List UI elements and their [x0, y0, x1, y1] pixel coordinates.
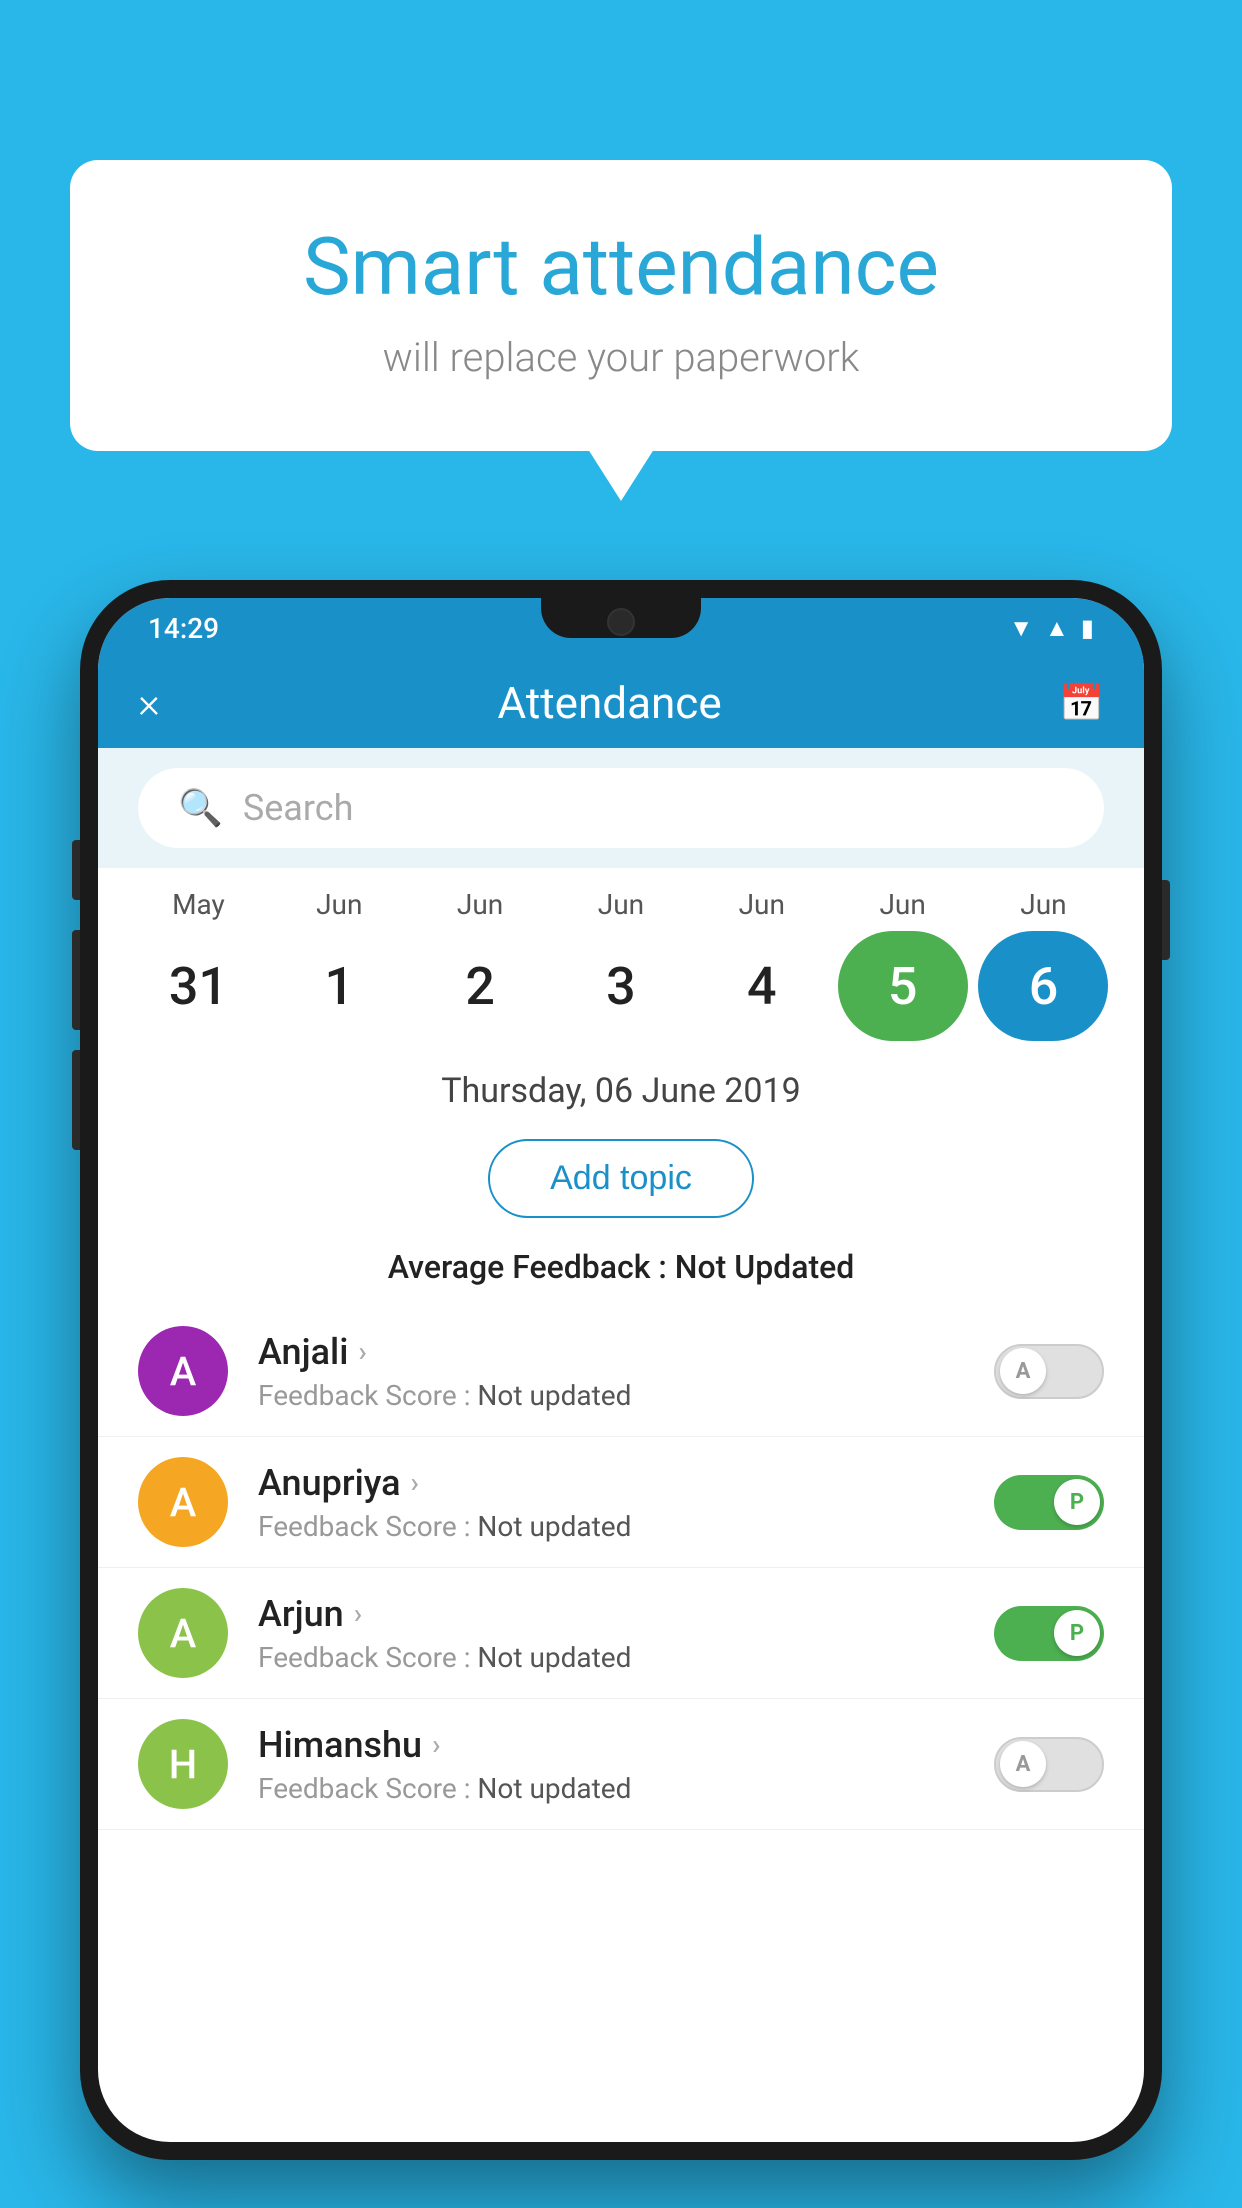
date-3[interactable]: 3: [556, 931, 686, 1041]
month-0: May: [133, 888, 263, 921]
search-bar[interactable]: 🔍 Search: [138, 768, 1104, 848]
speech-bubble: Smart attendance will replace your paper…: [70, 160, 1172, 451]
wifi-icon: ▼: [1009, 614, 1033, 643]
avatar-anjali: A: [138, 1326, 228, 1416]
date-4[interactable]: 4: [697, 931, 827, 1041]
student-item-anjali[interactable]: A Anjali › Feedback Score : Not updated …: [98, 1306, 1144, 1437]
student-info-arjun: Arjun › Feedback Score : Not updated: [258, 1593, 964, 1674]
avatar-anupriya: A: [138, 1457, 228, 1547]
volume-silent-button: [72, 840, 80, 900]
header-title: Attendance: [498, 677, 722, 729]
month-1: Jun: [274, 888, 404, 921]
date-2[interactable]: 2: [415, 931, 545, 1041]
search-container: 🔍 Search: [98, 748, 1144, 868]
month-4: Jun: [697, 888, 827, 921]
speech-bubble-subtitle: will replace your paperwork: [150, 334, 1092, 381]
phone-container: 14:29 ▼ ▲ ▮ × Attendance 📅 🔍 Search: [80, 580, 1162, 2160]
date-6-selected[interactable]: 6: [978, 931, 1108, 1041]
toggle-himanshu[interactable]: A: [994, 1737, 1104, 1792]
student-feedback-anupriya: Feedback Score : Not updated: [258, 1510, 964, 1543]
date-display: Thursday, 06 June 2019: [98, 1051, 1144, 1121]
toggle-arjun[interactable]: P: [994, 1606, 1104, 1661]
speech-bubble-title: Smart attendance: [150, 220, 1092, 314]
date-5-today[interactable]: 5: [838, 931, 968, 1041]
phone-notch: [541, 598, 701, 638]
chevron-icon-arjun: ›: [354, 1597, 362, 1630]
toggle-knob-arjun: P: [1054, 1610, 1100, 1656]
chevron-icon-anjali: ›: [358, 1335, 366, 1368]
student-info-anupriya: Anupriya › Feedback Score : Not updated: [258, 1462, 964, 1543]
battery-icon: ▮: [1081, 614, 1094, 642]
calendar-months: May Jun Jun Jun Jun Jun Jun: [98, 888, 1144, 921]
toggle-knob-anjali: A: [1000, 1348, 1046, 1394]
avg-feedback-value: Not Updated: [675, 1248, 855, 1286]
power-button: [1162, 880, 1170, 960]
avatar-himanshu: H: [138, 1719, 228, 1809]
phone-frame: 14:29 ▼ ▲ ▮ × Attendance 📅 🔍 Search: [80, 580, 1162, 2160]
student-feedback-arjun: Feedback Score : Not updated: [258, 1641, 964, 1674]
volume-down-button: [72, 1050, 80, 1150]
student-item-himanshu[interactable]: H Himanshu › Feedback Score : Not update…: [98, 1699, 1144, 1830]
close-button[interactable]: ×: [138, 679, 160, 728]
chevron-icon-himanshu: ›: [432, 1728, 440, 1761]
student-name-anupriya: Anupriya ›: [258, 1462, 964, 1504]
toggle-anupriya[interactable]: P: [994, 1475, 1104, 1530]
date-1[interactable]: 1: [274, 931, 404, 1041]
search-input[interactable]: Search: [243, 787, 354, 829]
avatar-arjun: A: [138, 1588, 228, 1678]
toggle-knob-anupriya: P: [1054, 1479, 1100, 1525]
student-name-arjun: Arjun ›: [258, 1593, 964, 1635]
add-topic-button[interactable]: Add topic: [488, 1139, 754, 1218]
add-topic-container: Add topic: [98, 1121, 1144, 1238]
status-time: 14:29: [148, 612, 219, 645]
search-icon: 🔍: [178, 787, 223, 829]
date-31[interactable]: 31: [133, 931, 263, 1041]
speech-bubble-container: Smart attendance will replace your paper…: [70, 160, 1172, 451]
month-6: Jun: [978, 888, 1108, 921]
app-header: × Attendance 📅: [98, 658, 1144, 748]
student-feedback-anjali: Feedback Score : Not updated: [258, 1379, 964, 1412]
toggle-anjali[interactable]: A: [994, 1344, 1104, 1399]
volume-up-button: [72, 930, 80, 1030]
phone-screen: 14:29 ▼ ▲ ▮ × Attendance 📅 🔍 Search: [98, 598, 1144, 2142]
student-name-anjali: Anjali ›: [258, 1331, 964, 1373]
month-2: Jun: [415, 888, 545, 921]
toggle-knob-himanshu: A: [1000, 1741, 1046, 1787]
calendar-strip: May Jun Jun Jun Jun Jun Jun 31 1 2 3 4 5…: [98, 868, 1144, 1051]
student-item-anupriya[interactable]: A Anupriya › Feedback Score : Not update…: [98, 1437, 1144, 1568]
calendar-dates: 31 1 2 3 4 5 6: [98, 931, 1144, 1041]
month-3: Jun: [556, 888, 686, 921]
student-info-himanshu: Himanshu › Feedback Score : Not updated: [258, 1724, 964, 1805]
student-info-anjali: Anjali › Feedback Score : Not updated: [258, 1331, 964, 1412]
avg-feedback-label: Average Feedback :: [388, 1248, 675, 1286]
month-5: Jun: [838, 888, 968, 921]
calendar-icon[interactable]: 📅: [1059, 682, 1104, 724]
status-icons: ▼ ▲ ▮: [1009, 614, 1094, 643]
chevron-icon-anupriya: ›: [411, 1466, 419, 1499]
signal-icon: ▲: [1045, 614, 1069, 643]
student-name-himanshu: Himanshu ›: [258, 1724, 964, 1766]
front-camera: [607, 608, 635, 636]
student-item-arjun[interactable]: A Arjun › Feedback Score : Not updated P: [98, 1568, 1144, 1699]
student-feedback-himanshu: Feedback Score : Not updated: [258, 1772, 964, 1805]
student-list: A Anjali › Feedback Score : Not updated …: [98, 1306, 1144, 1830]
avg-feedback: Average Feedback : Not Updated: [98, 1238, 1144, 1306]
